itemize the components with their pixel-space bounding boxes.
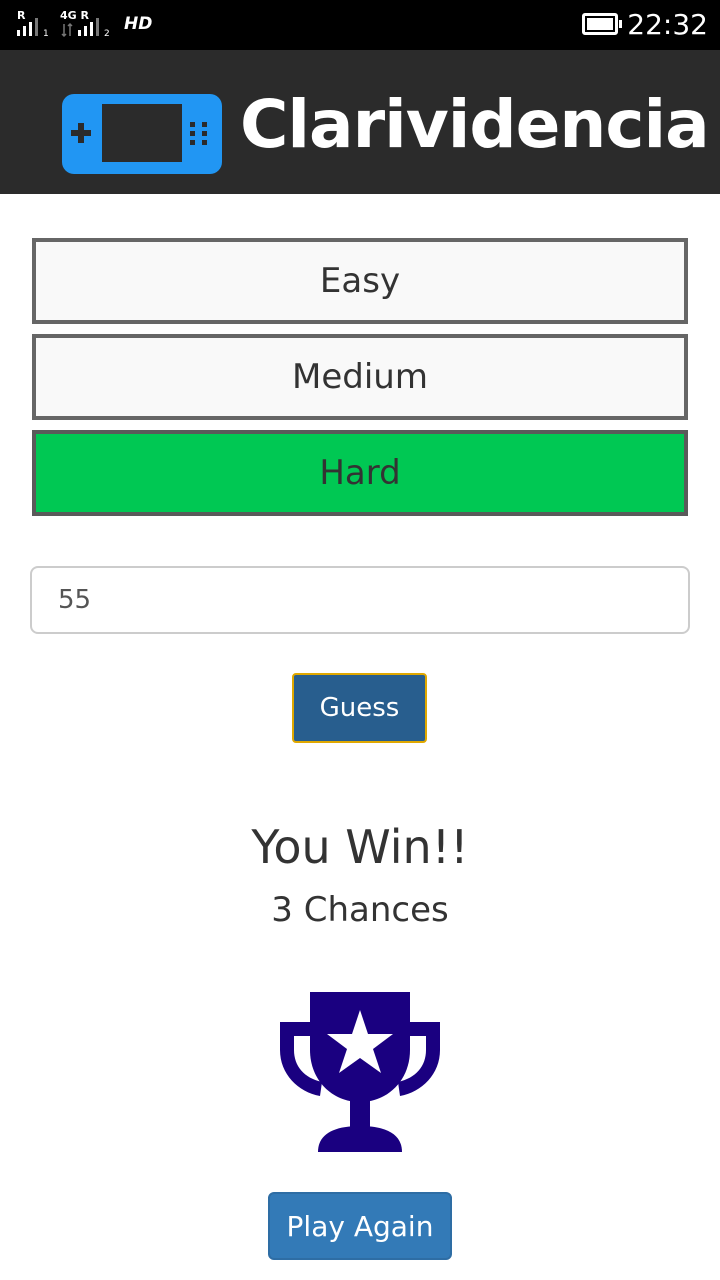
gamepad-icon	[62, 94, 222, 174]
result-title: You Win!!	[251, 820, 469, 874]
sim2-signal-icon: 4G R 2	[60, 9, 110, 39]
sim1-signal-icon: R 1	[17, 9, 49, 39]
difficulty-easy-button[interactable]: Easy	[32, 238, 688, 324]
guess-button[interactable]: Guess	[292, 673, 427, 743]
app-title: Clarividencia	[240, 86, 710, 163]
guess-input[interactable]	[30, 566, 690, 634]
status-time: 22:32	[627, 8, 708, 41]
difficulty-medium-button[interactable]: Medium	[32, 334, 688, 420]
svg-text:1: 1	[43, 29, 49, 39]
difficulty-hard-button[interactable]: Hard	[32, 430, 688, 516]
svg-text:R: R	[17, 9, 26, 22]
svg-text:2: 2	[104, 29, 110, 39]
hd-voice-indicator: HD	[124, 14, 153, 34]
play-again-button[interactable]: Play Again	[268, 1192, 452, 1260]
svg-text:4G R: 4G R	[60, 9, 90, 22]
status-bar: R 1 4G R 2 HD 22:32	[0, 0, 720, 50]
app-header: Clarividencia	[0, 50, 720, 194]
battery-icon	[582, 13, 622, 35]
trophy-icon	[280, 992, 440, 1152]
chances-count: 3 Chances	[271, 890, 449, 930]
